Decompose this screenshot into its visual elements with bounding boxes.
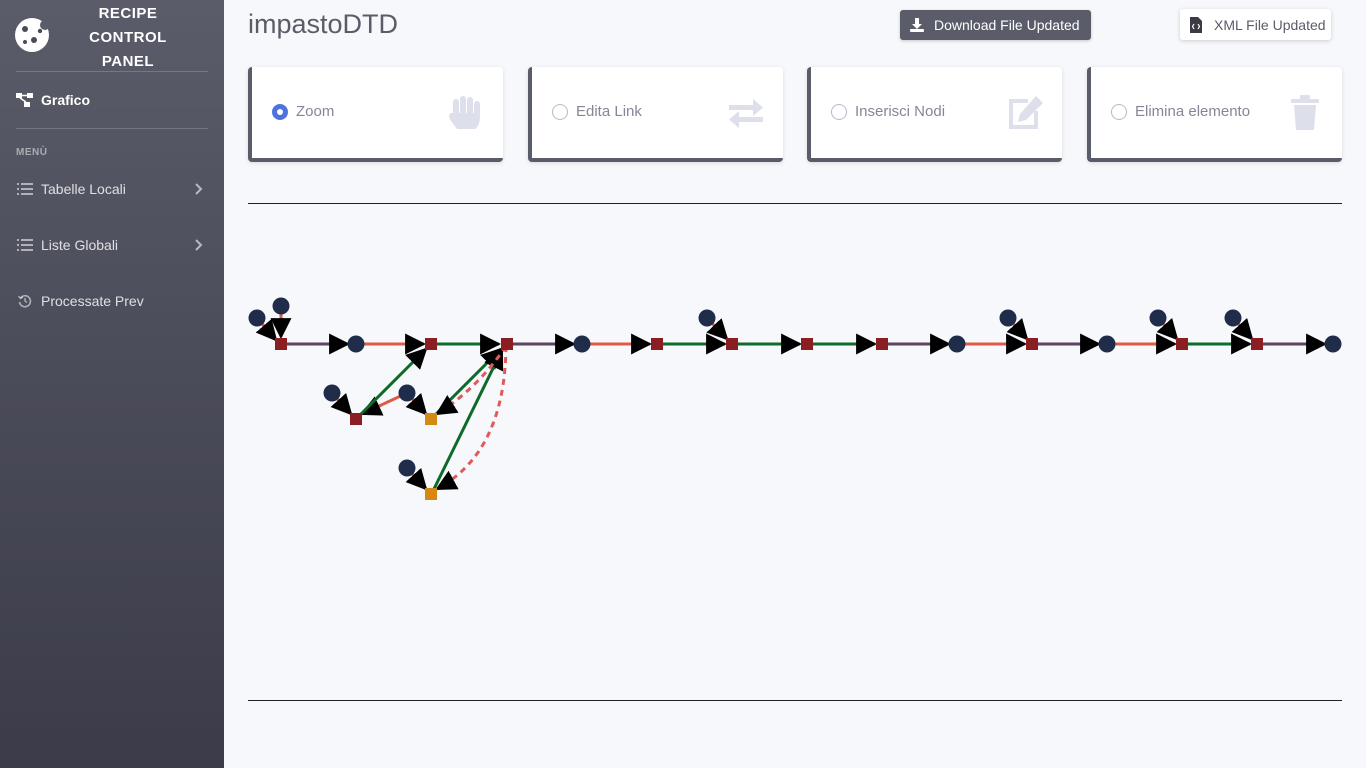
exchange-icon bbox=[729, 99, 763, 128]
graph-edge-dashed bbox=[435, 345, 508, 416]
sidebar-item-processate-prev[interactable]: Processate Prev bbox=[0, 281, 224, 321]
elimina-elemento-radio[interactable] bbox=[1111, 104, 1127, 120]
graph-edge bbox=[355, 347, 428, 420]
mode-card-zoom[interactable]: Zoom bbox=[248, 67, 503, 162]
graph-node-square bbox=[726, 338, 738, 350]
graph-edge bbox=[360, 391, 408, 416]
xml-file-label: XML File Updated bbox=[1214, 16, 1326, 33]
graph-node-square-alt bbox=[425, 413, 437, 425]
graph-edge bbox=[405, 391, 428, 416]
graph-node-circle bbox=[1224, 309, 1242, 327]
graph-node-circle bbox=[1324, 335, 1342, 353]
sidebar-item-label: Processate Prev bbox=[41, 293, 144, 309]
graph-node-circle bbox=[398, 384, 416, 402]
sidebar-item-grafico[interactable]: Grafico bbox=[0, 80, 224, 120]
graph-node-circle bbox=[323, 384, 341, 402]
graph-edge bbox=[330, 391, 353, 416]
elimina-elemento-label: Elimina elemento bbox=[1135, 103, 1251, 120]
graph-edge-dashed bbox=[435, 345, 508, 491]
graph-edge bbox=[1156, 316, 1179, 341]
chevron-right-icon bbox=[195, 183, 203, 195]
graph-node-circle bbox=[398, 459, 416, 477]
graph-node-square bbox=[425, 338, 437, 350]
sidebar-heading: MENÙ bbox=[16, 147, 48, 158]
cookie-icon bbox=[15, 18, 50, 52]
graph-node-circle bbox=[1098, 335, 1116, 353]
page-title: impastoDTD bbox=[248, 9, 399, 39]
mode-card-elimina-elemento[interactable]: Elimina elemento bbox=[1087, 67, 1342, 162]
graph-node-circle bbox=[248, 309, 266, 327]
sidebar-divider bbox=[16, 128, 208, 129]
sidebar-item-liste-globali[interactable]: Liste Globali bbox=[0, 225, 224, 265]
graph-node-circle bbox=[272, 297, 290, 315]
list-icon bbox=[16, 182, 34, 196]
chevron-right-icon bbox=[195, 239, 203, 251]
download-icon bbox=[909, 17, 925, 33]
hand-icon bbox=[449, 96, 480, 129]
graph-node-square bbox=[1026, 338, 1038, 350]
edita-link-radio[interactable] bbox=[552, 104, 568, 120]
graph-node-square bbox=[501, 338, 513, 350]
graph-node-circle bbox=[573, 335, 591, 353]
sidebar: RECIPE CONTROL PANEL Grafico MENÙ Tabell… bbox=[0, 0, 224, 768]
mode-card-inserisci-nodi[interactable]: Inserisci Nodi bbox=[807, 67, 1062, 162]
graph-edge bbox=[1006, 316, 1029, 341]
file-code-icon bbox=[1189, 16, 1205, 33]
inserisci-nodi-radio[interactable] bbox=[831, 104, 847, 120]
edit-icon bbox=[1009, 96, 1043, 129]
zoom-label: Zoom bbox=[296, 103, 335, 120]
brand-title: RECIPE CONTROL PANEL bbox=[72, 2, 184, 74]
brand-line-1: RECIPE bbox=[98, 5, 158, 22]
sidebar-item-label: Liste Globali bbox=[41, 237, 119, 253]
graph-node-circle bbox=[1149, 309, 1167, 327]
sidebar-item-label: Grafico bbox=[41, 92, 91, 108]
graph-top-border bbox=[248, 203, 1342, 204]
edita-link-label: Edita Link bbox=[576, 103, 642, 120]
graph-node-square bbox=[1251, 338, 1263, 350]
graph-node-circle bbox=[347, 335, 365, 353]
graph-edge bbox=[705, 316, 729, 341]
graph-edge bbox=[430, 347, 503, 420]
graph-node-square bbox=[801, 338, 813, 350]
mode-card-edita-link[interactable]: Edita Link bbox=[528, 67, 783, 162]
graph-node-circle bbox=[698, 309, 716, 327]
graph-node-square bbox=[651, 338, 663, 350]
graph-node-square bbox=[876, 338, 888, 350]
graph-node-square-alt bbox=[425, 488, 437, 500]
graph-node-circle bbox=[999, 309, 1017, 327]
download-file-button[interactable]: Download File Updated bbox=[900, 10, 1091, 40]
graph-node-circle bbox=[948, 335, 966, 353]
graph-node-square bbox=[1176, 338, 1188, 350]
inserisci-nodi-label: Inserisci Nodi bbox=[855, 103, 946, 120]
list-icon bbox=[16, 238, 34, 252]
graph-edge bbox=[1231, 316, 1254, 341]
graph-bottom-border bbox=[248, 700, 1342, 701]
sidebar-divider bbox=[16, 71, 208, 72]
sidebar-item-label: Tabelle Locali bbox=[41, 181, 126, 197]
graph-edge bbox=[255, 317, 278, 342]
download-file-label: Download File Updated bbox=[934, 17, 1080, 33]
graph-edge bbox=[430, 348, 504, 494]
brand-line-2: CONTROL bbox=[89, 29, 167, 46]
graph-node-square bbox=[350, 413, 362, 425]
trash-icon bbox=[1291, 95, 1319, 130]
zoom-radio[interactable] bbox=[272, 104, 288, 120]
graph-edge bbox=[405, 466, 428, 491]
sitemap-icon bbox=[16, 93, 34, 107]
history-icon bbox=[16, 294, 34, 308]
sidebar-item-tabelle-locali[interactable]: Tabelle Locali bbox=[0, 169, 224, 209]
graph-node-square bbox=[275, 338, 287, 350]
brand[interactable]: RECIPE CONTROL PANEL bbox=[0, 0, 224, 70]
xml-file-button[interactable]: XML File Updated bbox=[1180, 9, 1331, 40]
